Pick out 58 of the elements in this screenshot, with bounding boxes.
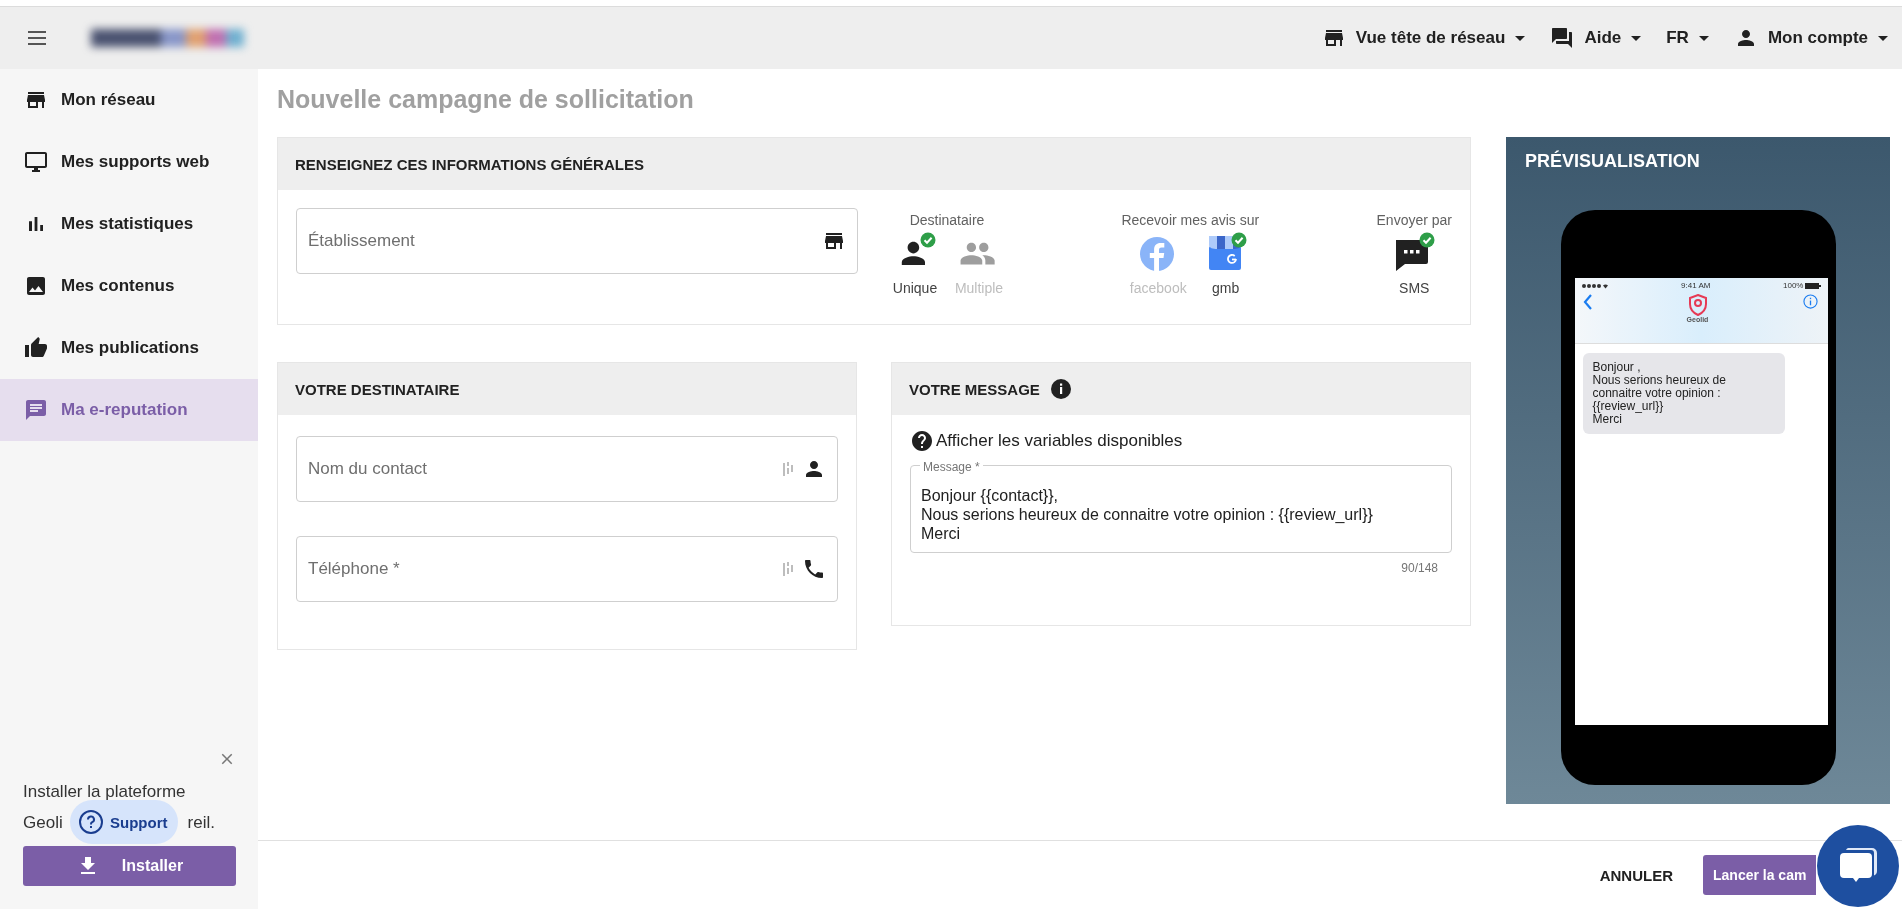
support-button[interactable]: Support	[70, 800, 178, 844]
install-button[interactable]: Installer	[23, 846, 236, 886]
thumbs-up-icon	[24, 336, 48, 360]
install-text: reil.	[187, 812, 215, 834]
menu-icon[interactable]	[28, 31, 46, 45]
help-icon	[78, 809, 104, 835]
choice-option[interactable]: gmb	[1200, 232, 1251, 296]
option-group-label: Envoyer par	[1376, 212, 1452, 228]
install-text: Installer la plateforme	[23, 781, 187, 803]
signal-icon	[1580, 282, 1609, 289]
info-icon[interactable]	[1049, 378, 1072, 400]
topbar-menu[interactable]: Aide	[1550, 26, 1642, 50]
help-icon	[910, 429, 934, 453]
chat-bubbles-icon	[1550, 26, 1575, 50]
establishment-field[interactable]: Établissement	[296, 208, 858, 274]
caret-icon	[1698, 35, 1709, 41]
topbar-menu[interactable]: Mon compte	[1733, 26, 1888, 50]
caret-icon	[1878, 35, 1888, 41]
contact-name-field[interactable]: Nom du contact	[296, 436, 838, 502]
image-icon	[24, 274, 48, 298]
phone-icon	[802, 557, 826, 581]
sidebar-item[interactable]: Mon réseau	[0, 69, 258, 131]
variables-icon	[782, 461, 794, 477]
sidebar-item[interactable]: Mes statistiques	[0, 193, 258, 255]
card-heading: VOTRE MESSAGE	[909, 380, 1040, 398]
message-bubble: Bonjour , Nous serions heureux de connaitre votre opinion : {{review_url}} Merci	[1582, 353, 1785, 434]
launch-button[interactable]: Lancer la cam	[1703, 855, 1816, 895]
caret-icon	[1631, 35, 1642, 41]
shield-logo-icon	[1687, 294, 1708, 316]
variables-link[interactable]: Afficher les variables disponibles	[910, 429, 1452, 453]
card-heading: RENSEIGNEZ CES INFORMATIONS GÉNÉRALES	[295, 155, 644, 173]
choice-option[interactable]: Unique	[890, 232, 940, 296]
sms-icon	[1393, 232, 1436, 274]
variables-icon	[782, 561, 794, 577]
battery-level: 100%	[1783, 281, 1804, 290]
phone-field[interactable]: Téléphone *	[296, 536, 838, 602]
battery-icon	[1805, 282, 1822, 289]
sidebar-item[interactable]: Mes publications	[0, 317, 258, 379]
back-icon	[1582, 294, 1593, 310]
monitor-icon	[24, 150, 48, 174]
card-heading: VOTRE DESTINATAIRE	[295, 380, 460, 398]
cancel-button[interactable]: ANNULER	[1593, 858, 1679, 892]
info-icon	[1802, 294, 1818, 309]
option-group-label: Recevoir mes avis sur	[1121, 212, 1260, 228]
character-counter: 90/148	[1401, 561, 1438, 575]
sidebar-item[interactable]: Ma e-reputation	[0, 379, 258, 441]
chat-icon	[24, 398, 48, 422]
option-group-label: Destinataire	[909, 212, 985, 228]
choice-option[interactable]: SMS	[1389, 232, 1440, 296]
topbar-menu[interactable]: Vue tête de réseau	[1321, 26, 1526, 50]
preview-heading: PRÉVISUALISATION	[1525, 151, 1700, 172]
page-title: Nouvelle campagne de sollicitation	[277, 85, 695, 115]
sidebar-item[interactable]: Mes supports web	[0, 131, 258, 193]
sidebar-item[interactable]: Mes contenus	[0, 255, 258, 317]
status-time: 9:41 AM	[1681, 281, 1711, 290]
install-text: Geoli	[23, 812, 63, 834]
topbar-menu[interactable]: FR	[1666, 28, 1709, 48]
caret-icon	[1515, 35, 1526, 41]
